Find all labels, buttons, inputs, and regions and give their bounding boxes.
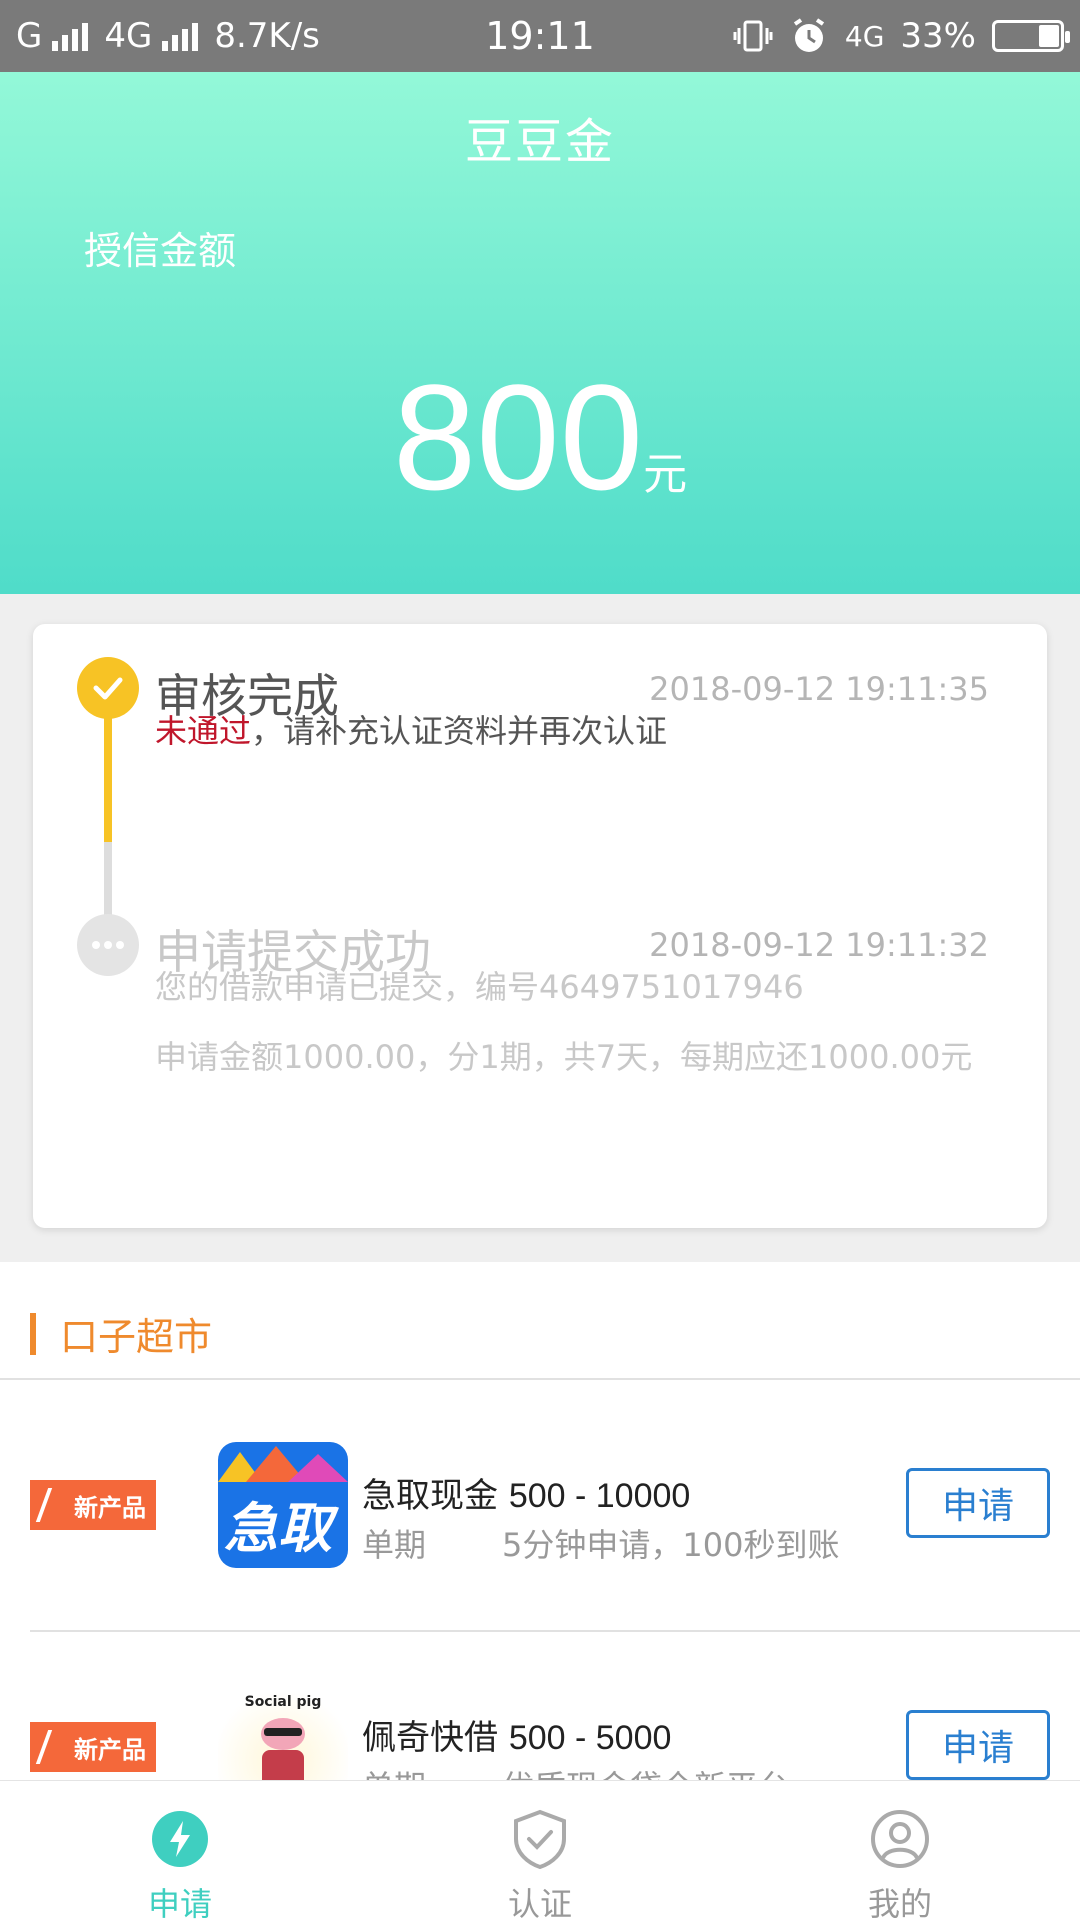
more-dots-icon <box>77 914 139 976</box>
product-logo-jiqu: 急取 <box>218 1442 348 1568</box>
review-fail-message: ，请补充认证资料并再次认证 <box>251 712 668 750</box>
step-submit-desc: 您的借款申请已提交，编号4649751017946 申请金额1000.00，分1… <box>155 952 1005 1092</box>
nav-mine-label: 我的 <box>867 1885 932 1920</box>
nav-apply[interactable]: 申请 <box>0 1781 360 1920</box>
nav-verify[interactable]: 认证 <box>360 1781 720 1920</box>
market-header: 口子超市 <box>30 1306 212 1361</box>
product-item[interactable]: 新产品 急取 急取现金 500 - 10000 单期 5分钟申请，100秒到账 申… <box>0 1418 1080 1618</box>
apply-button[interactable]: 申请 <box>906 1710 1050 1780</box>
pig-logo-icon: Social pig <box>245 1694 322 1782</box>
credit-amount-unit: 元 <box>643 449 688 500</box>
bottom-nav: 申请 认证 我的 <box>0 1780 1080 1920</box>
page-title: 豆豆金 <box>464 114 615 170</box>
network-type: 4G <box>844 19 885 53</box>
product-sub: 单期 5分钟申请，100秒到账 <box>362 1520 839 1566</box>
credit-label: 授信金额 <box>84 229 237 273</box>
product-slogan: 5分钟申请，100秒到账 <box>502 1526 840 1564</box>
credit-amount: 800元 <box>0 362 1080 512</box>
progress-line-done <box>104 712 112 842</box>
logo-text: Social pig <box>245 1694 322 1710</box>
alarm-icon <box>793 18 825 52</box>
battery-icon <box>992 20 1070 52</box>
application-status-card: 审核完成 2018-09-12 19:11:35 未通过，请补充认证资料并再次认… <box>33 624 1047 1228</box>
market-title-bar <box>30 1312 36 1355</box>
market-title: 口子超市 <box>60 1315 213 1359</box>
step-review-desc: 未通过，请补充认证资料并再次认证 <box>155 696 667 766</box>
credit-header: 豆豆金 授信金额 800元 <box>0 72 1080 594</box>
status-bar-right: 4G 33% <box>733 0 1070 72</box>
logo-text: 急取 <box>224 1497 332 1560</box>
submit-desc-line-2: 申请金额1000.00，分1期，共7天，每期应还1000.00元 <box>155 1038 973 1076</box>
product-range: 500 - 5000 <box>508 1719 672 1757</box>
credit-amount-value: 800 <box>392 353 644 521</box>
product-sub: 单期优质现金贷全新平台 <box>362 1762 790 1782</box>
product-name: 急取现金 500 - 10000 <box>362 1468 690 1517</box>
product-logo-peppa: Social pig <box>218 1684 348 1782</box>
new-product-tag: 新产品 <box>30 1480 156 1530</box>
battery-fill <box>1039 25 1059 47</box>
vibrate-icon <box>733 20 773 52</box>
step-review-time: 2018-09-12 19:11:35 <box>649 670 989 708</box>
submit-desc-line-1: 您的借款申请已提交，编号4649751017946 <box>155 968 804 1006</box>
lightning-icon <box>150 1809 210 1869</box>
product-divider <box>30 1630 1080 1632</box>
user-icon <box>870 1809 930 1869</box>
shield-check-icon <box>510 1809 570 1869</box>
product-item[interactable]: 新产品 Social pig 佩奇快借 500 - 5000 单期优质现金贷全新… <box>0 1660 1080 1782</box>
status-bar: G 4G 8.7K/s 19:11 4G 33% <box>0 0 1080 72</box>
new-product-tag: 新产品 <box>30 1722 156 1772</box>
apply-button[interactable]: 申请 <box>906 1468 1050 1538</box>
product-title: 佩奇快借 <box>362 1718 498 1758</box>
nav-mine[interactable]: 我的 <box>720 1781 1080 1920</box>
review-fail-status: 未通过 <box>155 712 252 750</box>
loan-market: 口子超市 新产品 急取 急取现金 500 - 10000 单期 5分钟申请，100… <box>0 1262 1080 1782</box>
check-icon <box>77 657 139 719</box>
nav-verify-label: 认证 <box>507 1885 572 1920</box>
nav-apply-label: 申请 <box>147 1885 212 1920</box>
market-divider <box>0 1378 1080 1380</box>
battery-percent: 33% <box>900 16 976 56</box>
product-term: 单期 <box>362 1526 427 1564</box>
product-term: 单期 <box>362 1762 502 1782</box>
product-title: 急取现金 <box>362 1476 498 1516</box>
logo-peaks-icon <box>218 1446 348 1482</box>
product-range: 500 - 10000 <box>508 1477 691 1515</box>
product-name: 佩奇快借 500 - 5000 <box>362 1710 671 1759</box>
